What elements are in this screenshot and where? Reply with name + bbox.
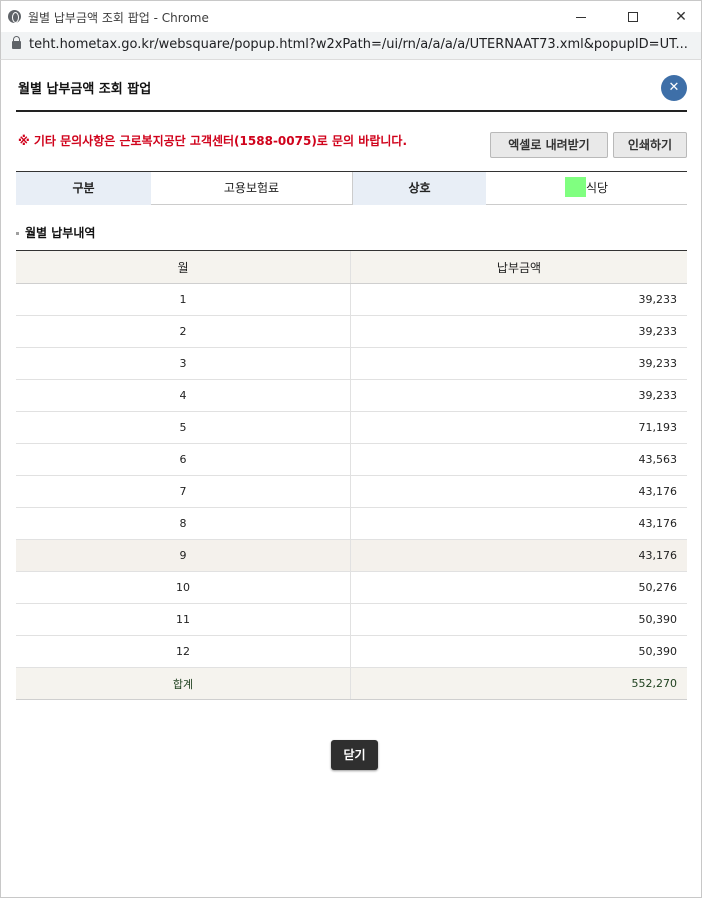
title-divider	[16, 110, 687, 112]
maximize-button[interactable]	[623, 7, 643, 27]
month-cell: 4	[16, 380, 351, 411]
table-row[interactable]: 10 50,276	[16, 572, 687, 604]
company-value: 식당	[486, 172, 687, 205]
month-cell: 5	[16, 412, 351, 443]
amount-cell: 43,176	[638, 549, 678, 562]
amount-cell: 43,563	[638, 453, 678, 466]
amount-cell: 43,176	[638, 517, 678, 530]
table-row[interactable]: 11 50,390	[16, 604, 687, 636]
month-cell: 2	[16, 316, 351, 347]
amount-cell: 50,276	[638, 581, 678, 594]
total-label: 합계	[16, 668, 351, 699]
table-row[interactable]: 2 39,233	[16, 316, 687, 348]
category-label: 구분	[16, 172, 151, 205]
category-value: 고용보험료	[223, 181, 280, 195]
month-cell: 12	[16, 636, 351, 667]
amount-cell: 39,233	[638, 357, 678, 370]
amount-cell: 71,193	[638, 421, 678, 434]
amount-cell: 39,233	[638, 293, 678, 306]
section-title: 월별 납부내역	[16, 224, 95, 241]
section-title-text: 월별 납부내역	[25, 226, 96, 240]
info-table: 구분 고용보험료 상호 식당	[16, 171, 687, 205]
window-close-button[interactable]: ✕	[671, 7, 691, 27]
month-cell: 1	[16, 284, 351, 315]
month-cell: 7	[16, 476, 351, 507]
company-label: 상호	[352, 172, 486, 205]
amount-cell: 39,233	[638, 389, 678, 402]
lock-icon	[12, 36, 21, 49]
minimize-icon	[576, 17, 586, 18]
address-bar[interactable]: teht.hometax.go.kr/websquare/popup.html?…	[0, 32, 702, 60]
print-button[interactable]: 인쇄하기	[613, 132, 687, 158]
maximize-icon	[628, 12, 638, 22]
table-row[interactable]: 9 43,176	[16, 540, 687, 572]
window-titlebar: 월별 납부금액 조회 팝업 - Chrome ✕	[0, 0, 702, 32]
url-text: teht.hometax.go.kr/websquare/popup.html?…	[29, 37, 688, 52]
bullet-icon	[16, 232, 19, 235]
company-suffix: 식당	[585, 181, 609, 195]
globe-icon	[8, 10, 21, 23]
notice-text: ※ 기타 문의사항은 근로복지공단 고객센터(1588-0075)로 문의 바랍…	[18, 134, 407, 148]
month-cell: 10	[16, 572, 351, 603]
amount-cell: 39,233	[638, 325, 678, 338]
table-row[interactable]: 4 39,233	[16, 380, 687, 412]
close-icon: ✕	[668, 80, 680, 95]
month-cell: 11	[16, 604, 351, 635]
minimize-button[interactable]	[571, 7, 591, 27]
month-cell: 3	[16, 348, 351, 379]
table-row[interactable]: 12 50,390	[16, 636, 687, 668]
amount-cell: 43,176	[638, 485, 678, 498]
popup-close-button[interactable]: ✕	[661, 75, 687, 101]
close-button[interactable]: 닫기	[331, 740, 378, 770]
table-row[interactable]: 3 39,233	[16, 348, 687, 380]
month-cell: 6	[16, 444, 351, 475]
redaction-box	[564, 177, 586, 197]
amount-cell: 50,390	[638, 613, 678, 626]
grid-header-row: 월 납부금액	[16, 251, 687, 284]
month-cell: 9	[16, 540, 351, 571]
popup-content: 월별 납부금액 조회 팝업 ✕ ※ 기타 문의사항은 근로복지공단 고객센터(1…	[0, 60, 702, 898]
table-row[interactable]: 7 43,176	[16, 476, 687, 508]
table-row[interactable]: 5 71,193	[16, 412, 687, 444]
total-row: 합계 552,270	[16, 668, 687, 700]
column-header-month: 월	[16, 251, 351, 283]
popup-title: 월별 납부금액 조회 팝업	[18, 82, 152, 97]
excel-download-button[interactable]: 엑셀로 내려받기	[490, 132, 608, 158]
window-title: 월별 납부금액 조회 팝업 - Chrome	[28, 11, 209, 25]
total-amount: 552,270	[631, 677, 678, 690]
table-row[interactable]: 6 43,563	[16, 444, 687, 476]
table-row[interactable]: 8 43,176	[16, 508, 687, 540]
month-cell: 8	[16, 508, 351, 539]
monthly-payment-grid: 월 납부금액 1 39,233 2 39,233 3 39,233 4 39,233 5 71,1…	[16, 250, 687, 700]
column-header-amount: 납부금액	[496, 260, 542, 275]
table-row[interactable]: 1 39,233	[16, 284, 687, 316]
amount-cell: 50,390	[638, 645, 678, 658]
